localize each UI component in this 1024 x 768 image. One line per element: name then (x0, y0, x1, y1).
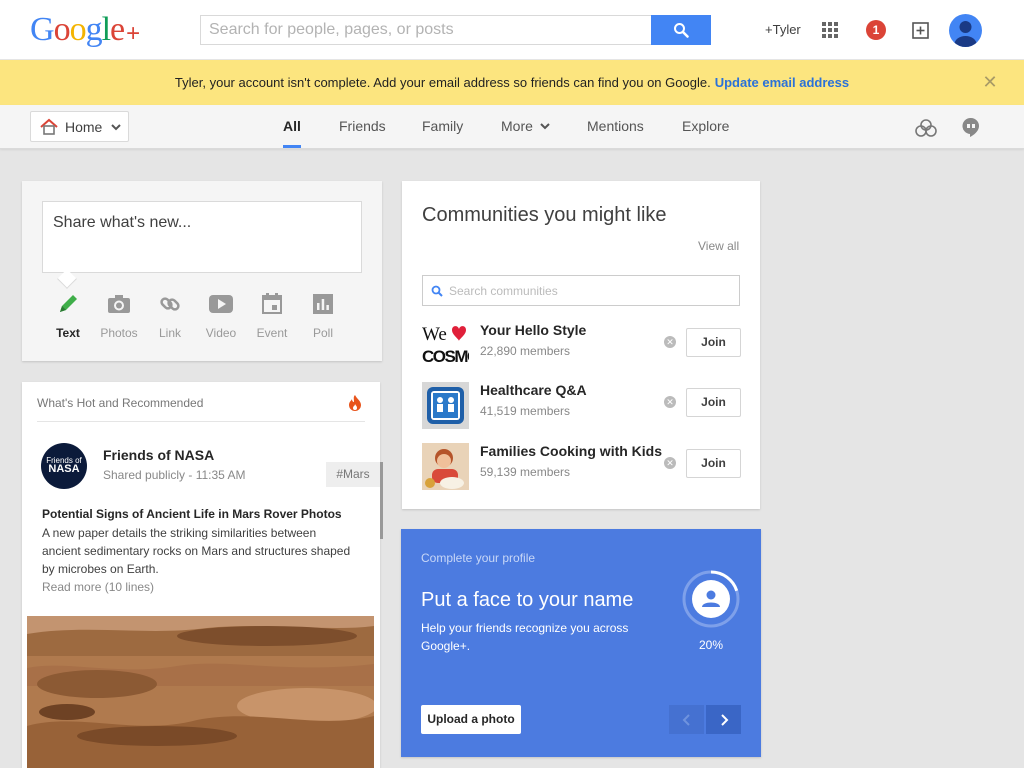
camera-icon (108, 295, 130, 313)
tab-more[interactable]: More (501, 118, 551, 148)
account-incomplete-banner: Tyler, your account isn't complete. Add … (0, 60, 1024, 105)
profile-progress-percent: 20% (698, 638, 724, 652)
share-tool-label: Video (205, 326, 237, 340)
share-tool-event[interactable]: Event (247, 290, 297, 340)
profile-name-link[interactable]: +Tyler (765, 22, 801, 37)
share-icon[interactable] (911, 20, 931, 40)
share-tool-text[interactable]: Text (43, 290, 93, 340)
chevron-down-icon (111, 123, 122, 130)
search-input[interactable] (200, 15, 652, 45)
dismiss-icon[interactable]: ✕ (664, 457, 676, 469)
community-item: Families Cooking with Kids 59,139 member… (422, 443, 742, 491)
avatar-text: NASA (48, 463, 80, 475)
community-search-input[interactable] (449, 283, 729, 298)
community-name[interactable]: Your Hello Style (480, 322, 586, 338)
view-all-link[interactable]: View all (698, 239, 739, 253)
chevron-right-icon (720, 713, 728, 726)
dismiss-icon[interactable]: ✕ (664, 336, 676, 348)
divider (37, 421, 365, 422)
tab-family[interactable]: Family (422, 118, 463, 148)
post-title: Potential Signs of Ancient Life in Mars … (42, 507, 342, 521)
video-icon (209, 295, 233, 313)
post-body: A new paper details the striking similar… (42, 526, 351, 576)
svg-text:COSMO: COSMO (422, 347, 469, 366)
community-members: 41,519 members (480, 404, 571, 418)
profile-progress-ring (681, 569, 741, 629)
flame-icon (348, 394, 362, 412)
event-icon (262, 293, 282, 314)
share-tool-photos[interactable]: Photos (94, 290, 144, 340)
community-name[interactable]: Families Cooking with Kids (480, 443, 662, 459)
mars-rock-photo[interactable] (27, 616, 374, 768)
upload-photo-button[interactable]: Upload a photo (421, 705, 521, 734)
join-button[interactable]: Join (686, 449, 741, 478)
home-label: Home (65, 118, 103, 135)
avatar[interactable] (949, 14, 982, 47)
community-item: Healthcare Q&A 41,519 members ✕ Join (422, 382, 742, 430)
community-thumbnail[interactable] (422, 443, 469, 490)
share-tool-label: Event (256, 326, 288, 340)
share-input[interactable]: Share what's new... (42, 201, 362, 273)
join-button[interactable]: Join (686, 328, 741, 357)
share-tool-label: Text (56, 326, 80, 340)
profile-card-subtitle: Complete your profile (421, 551, 536, 565)
google-plus-logo[interactable]: Google+ (30, 10, 140, 50)
link-icon (160, 297, 180, 311)
home-icon (40, 118, 58, 135)
read-more-link[interactable]: Read more (10 lines) (42, 580, 154, 594)
community-name[interactable]: Healthcare Q&A (480, 382, 587, 398)
next-button[interactable] (706, 705, 741, 734)
hangouts-icon[interactable] (961, 117, 981, 139)
user-silhouette-icon (954, 21, 977, 47)
tab-explore[interactable]: Explore (682, 118, 729, 148)
tab-more-label: More (501, 118, 533, 134)
community-thumbnail[interactable]: We COSMO (422, 322, 469, 369)
share-tool-label: Poll (312, 326, 333, 340)
community-thumbnail[interactable] (422, 382, 469, 429)
join-button[interactable]: Join (686, 388, 741, 417)
community-search-box[interactable] (422, 275, 740, 306)
post-meta: Shared publicly - 11:35 AM (103, 468, 246, 482)
communities-title: Communities you might like (422, 204, 667, 226)
share-tool-label: Link (158, 326, 181, 340)
tab-all[interactable]: All (283, 118, 301, 148)
chevron-down-icon (540, 123, 550, 130)
hashtag-chip[interactable]: #Mars (326, 462, 380, 487)
poll-icon (313, 294, 333, 314)
svg-text:We: We (422, 324, 447, 345)
friends-of-nasa-avatar[interactable]: Friends of NASA (41, 443, 87, 489)
chevron-left-icon (682, 713, 690, 726)
search-icon (674, 23, 689, 38)
profile-card-title: Put a face to your name (421, 589, 634, 611)
home-dropdown[interactable]: Home (30, 111, 129, 142)
community-members: 59,139 members (480, 465, 571, 479)
profile-card-description: Help your friends recognize you across G… (421, 621, 629, 653)
scrollbar-thumb[interactable] (380, 462, 383, 539)
share-tool-poll[interactable]: Poll (298, 290, 348, 340)
circles-icon[interactable] (915, 117, 937, 139)
tab-friends[interactable]: Friends (339, 118, 386, 148)
update-email-link[interactable]: Update email address (715, 75, 849, 90)
search-icon (431, 285, 443, 297)
banner-message: Tyler, your account isn't complete. Add … (174, 75, 711, 90)
pencil-icon (60, 295, 77, 312)
tab-mentions[interactable]: Mentions (587, 118, 644, 148)
notification-badge[interactable]: 1 (866, 20, 886, 40)
dismiss-icon[interactable]: ✕ (664, 396, 676, 408)
search-button[interactable] (651, 15, 711, 45)
apps-grid-icon[interactable] (822, 22, 838, 38)
community-members: 22,890 members (480, 344, 571, 358)
previous-button[interactable] (669, 705, 704, 734)
close-icon[interactable]: ✕ (982, 73, 998, 91)
post-author[interactable]: Friends of NASA (103, 447, 214, 463)
share-tool-label: Photos (100, 326, 138, 340)
share-tool-video[interactable]: Video (196, 290, 246, 340)
community-item: WeCOSMO Your Hello Style 22,890 members … (422, 322, 742, 370)
whats-hot-title: What's Hot and Recommended (37, 396, 204, 410)
share-tool-link[interactable]: Link (145, 290, 195, 340)
